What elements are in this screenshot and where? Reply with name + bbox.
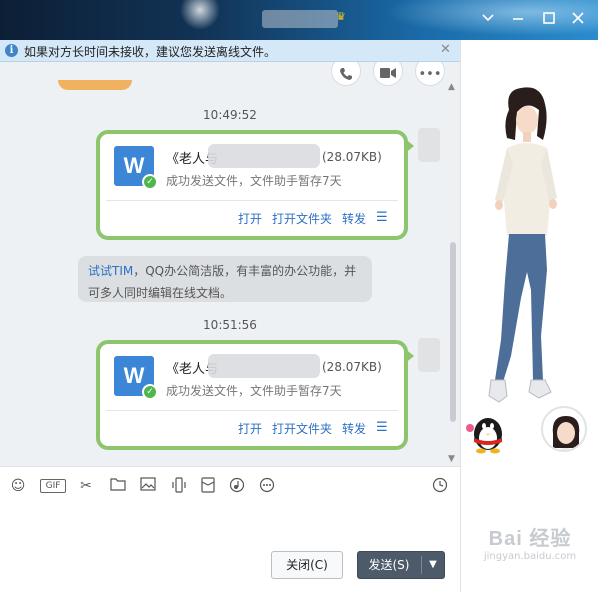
input-toolbar: ☺ GIF ✂ [0,466,460,502]
avatar[interactable] [541,406,587,452]
music-icon[interactable] [227,477,247,495]
more-icon[interactable] [257,477,277,495]
open-file-link[interactable]: 打开 [238,420,262,437]
chevron-down-icon[interactable] [476,8,500,32]
phone-icon [332,67,360,85]
notice-text: 如果对方长时间未接收，建议您发送离线文件。 [24,45,277,59]
file-status: 成功发送文件，文件助手暂存7天 [166,174,342,188]
info-icon: i [5,44,18,57]
chat-history[interactable]: ••• 10:49:52 W ✓ 《老人与 (28.07KB) 成功发送文件，文… [0,62,460,466]
title-bar: ♛ [0,0,598,40]
more-dots-icon: ••• [418,67,442,82]
send-button[interactable]: 发送(S) ▼ [357,551,445,579]
sender-avatar-blurred [418,338,440,372]
file-size: (28.07KB) [322,150,382,164]
watermark-url: jingyan.baidu.com [483,551,577,562]
file-name-blurred [208,144,320,168]
file-size: (28.07KB) [322,360,382,374]
open-folder-link[interactable]: 打开文件夹 [272,420,332,437]
red-packet-icon[interactable] [198,477,218,495]
file-name-blurred [208,354,320,378]
previous-message-image [58,80,132,90]
message-input[interactable] [0,502,460,546]
maximize-button[interactable] [537,8,561,32]
divider [106,200,398,201]
voice-call-button[interactable] [331,62,361,86]
forward-link[interactable]: 转发 [342,210,366,227]
more-options-button[interactable]: ••• [415,62,445,86]
open-folder-link[interactable]: 打开文件夹 [272,210,332,227]
file-message-bubble[interactable]: W ✓ 《老人与 (28.07KB) 成功发送文件，文件助手暂存7天 打开 打开… [96,340,414,450]
check-icon: ✓ [142,174,158,190]
image-icon[interactable] [138,477,158,495]
sender-avatar-blurred [418,128,440,162]
close-button[interactable] [566,8,590,32]
open-file-link[interactable]: 打开 [238,210,262,227]
close-window-button[interactable]: 关闭(C) [271,551,343,579]
divider [106,410,398,411]
vip-badge-icon: ♛ [336,10,346,23]
send-options-chevron-icon[interactable]: ▼ [422,552,444,578]
file-message-bubble[interactable]: W ✓ 《老人与 (28.07KB) 成功发送文件，文件助手暂存7天 打开 打开… [96,130,414,240]
screenshot-icon[interactable]: ✂ [76,477,96,495]
show-panel: Bai 经验 jingyan.baidu.com [460,40,598,592]
video-call-button[interactable] [373,62,403,86]
menu-icon[interactable]: ☰ [376,420,388,435]
tim-promo-tip: 试试TIM，QQ办公简洁版，有丰富的办公功能，并可多人同时编辑在线文档。 [78,256,372,302]
baidu-watermark: Bai 经验 jingyan.baidu.com [461,522,598,562]
history-icon[interactable] [430,477,450,495]
minimize-button[interactable] [506,8,530,32]
contact-name-blurred [262,10,338,28]
file-status: 成功发送文件，文件助手暂存7天 [166,384,342,398]
check-icon: ✓ [142,384,158,400]
scroll-up-icon[interactable]: ▲ [448,82,455,92]
menu-icon[interactable]: ☰ [376,210,388,225]
offline-file-notice: i 如果对方长时间未接收，建议您发送离线文件。 ✕ [0,40,460,62]
shake-icon[interactable] [169,477,189,495]
avatar-show-figure-icon [488,87,557,403]
forward-link[interactable]: 转发 [342,420,366,437]
emoji-icon[interactable]: ☺ [8,477,28,495]
scroll-down-icon[interactable]: ▼ [448,454,455,464]
qq-penguin-icon[interactable] [464,408,508,454]
scroll-thumb[interactable] [450,242,456,422]
gif-icon[interactable]: GIF [40,479,66,493]
video-icon [374,67,402,83]
try-tim-link[interactable]: 试试TIM [88,264,133,278]
message-time: 10:49:52 [203,108,257,122]
send-button-label: 发送(S) [368,558,410,572]
title-decoration [180,0,220,30]
watermark-logo: Bai 经验 [488,528,572,550]
folder-icon[interactable] [108,477,128,495]
notice-close-icon[interactable]: ✕ [440,42,451,57]
message-time: 10:51:56 [203,318,257,332]
chat-scrollbar[interactable]: ▲ ▼ [448,82,458,464]
